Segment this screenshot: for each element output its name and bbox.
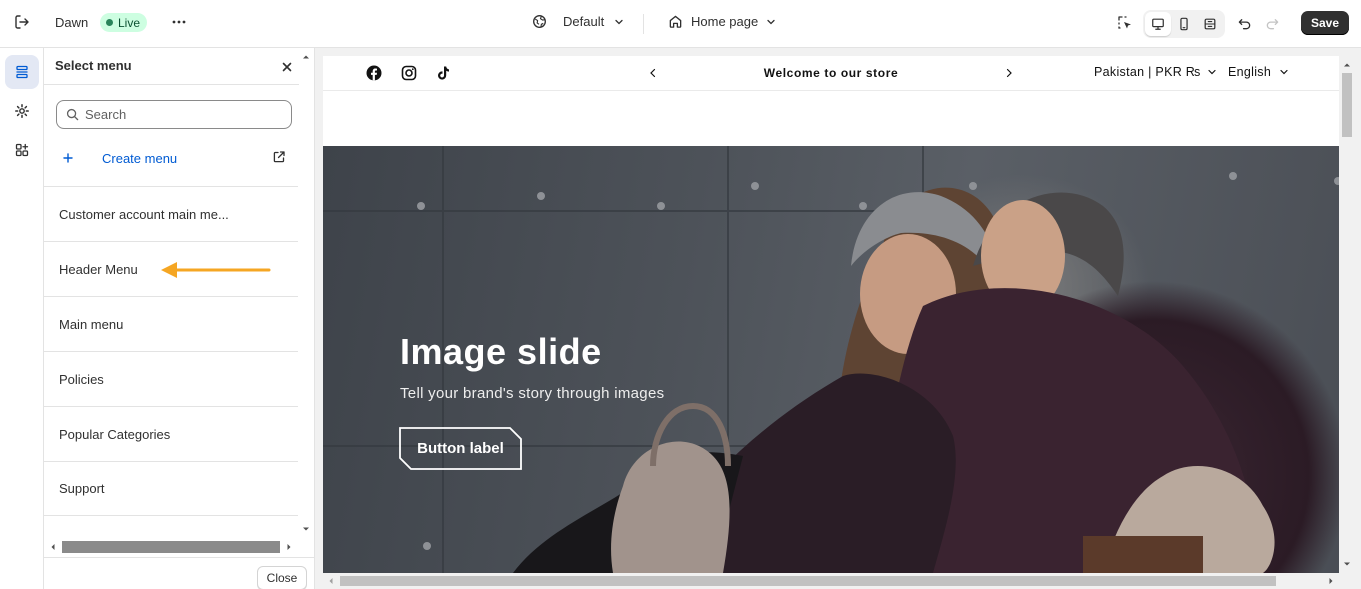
annotation-arrow-icon [161,262,271,278]
more-options-icon[interactable] [165,8,193,36]
menu-item-label: Policies [59,371,104,387]
facebook-icon[interactable] [366,65,382,81]
select-menu-panel: Select menu Create menu Customer account… [44,48,315,589]
menu-item-label: Main menu [59,316,124,332]
fullscreen-icon[interactable] [1197,12,1223,36]
page-selector[interactable]: Home page [668,14,776,29]
chevron-down-icon [1280,69,1288,75]
menu-item-label: Customer account main me... [59,206,229,222]
page-label: Home page [691,14,759,29]
home-icon [669,15,682,28]
menu-search-field[interactable] [56,100,292,129]
scrollbar-thumb[interactable] [340,576,1276,586]
menu-item-label: Popular Categories [59,426,171,442]
panel-vertical-scrollbar[interactable] [301,48,311,540]
hero-image-slide: Image slide Tell your brand's story thro… [323,146,1339,573]
preview-horizontal-scrollbar[interactable] [323,573,1339,589]
device-toggle-group [1143,10,1225,38]
live-status-label: Live [118,15,141,30]
create-menu-label: Create menu [102,150,178,166]
template-selector[interactable]: Default [532,14,624,29]
announcement-text: Welcome to our store [763,66,899,80]
close-button[interactable]: Close [257,566,307,589]
globe-icon [533,15,546,28]
chevron-down-icon [615,19,623,24]
language-label: English [1228,65,1272,79]
scroll-down-icon[interactable] [1342,559,1352,569]
chevron-left-icon[interactable] [647,67,659,79]
panel-header: Select menu [44,48,299,85]
live-status-badge: Live [100,13,148,32]
scroll-up-icon[interactable] [301,52,311,62]
exit-icon[interactable] [8,8,36,36]
menu-item-policies[interactable]: Policies [44,351,298,406]
undo-icon[interactable] [1230,9,1258,37]
scrollbar-thumb[interactable] [1342,73,1352,137]
announcement-bar: Welcome to our store Pakistan | PKR ₨ En… [323,56,1339,91]
left-rail [0,48,44,589]
panel-footer: Close [44,557,314,589]
hero-cta-button[interactable]: Button label [399,427,522,470]
chevron-down-icon [1208,69,1216,75]
menu-item-label: Support [59,481,105,496]
menu-item-label: Header Menu [59,261,138,277]
tiktok-icon[interactable] [435,65,451,81]
menu-list: Customer account main me... Header Menu … [44,186,298,516]
mobile-icon[interactable] [1171,12,1197,36]
country-label: Pakistan | PKR ₨ [1094,65,1201,79]
live-dot-icon [106,19,113,26]
apps-icon[interactable] [5,133,39,167]
divider [643,14,644,34]
top-bar: Dawn Live Default Home page Save [0,0,1361,48]
search-icon [66,108,79,121]
scroll-down-icon[interactable] [301,524,311,534]
create-menu-link[interactable]: Create menu [56,146,292,170]
search-input[interactable] [85,107,275,122]
external-link-icon[interactable] [272,150,286,167]
hero-content: Image slide Tell your brand's story thro… [400,331,664,402]
close-icon[interactable] [277,57,297,77]
settings-gear-icon[interactable] [5,94,39,128]
chevron-right-icon[interactable] [1003,67,1015,79]
menu-item-main-menu[interactable]: Main menu [44,296,298,351]
scroll-left-icon[interactable] [48,542,58,552]
preview-vertical-scrollbar[interactable] [1339,56,1355,573]
plus-icon [56,153,80,163]
scroll-right-icon[interactable] [284,542,294,552]
language-selector[interactable]: English [1228,65,1289,79]
desktop-icon[interactable] [1145,12,1171,36]
panel-horizontal-scrollbar[interactable] [46,539,296,555]
scroll-left-icon[interactable] [326,576,336,586]
menu-item-header-menu[interactable]: Header Menu [44,241,298,296]
scroll-right-icon[interactable] [1326,576,1336,586]
inspector-icon[interactable] [1111,9,1139,37]
panel-title: Select menu [55,58,132,73]
theme-name: Dawn [55,15,89,30]
template-label: Default [563,14,605,29]
sections-icon[interactable] [5,55,39,89]
scrollbar-thumb[interactable] [62,541,280,553]
menu-item-customer-account[interactable]: Customer account main me... [44,186,298,241]
menu-item-support[interactable]: Support [44,461,298,516]
chevron-down-icon [767,19,775,24]
scroll-up-icon[interactable] [1342,60,1352,70]
redo-icon[interactable] [1258,9,1286,37]
save-button[interactable]: Save [1301,11,1349,35]
hero-button-label: Button label [417,440,504,457]
menu-item-popular-categories[interactable]: Popular Categories [44,406,298,461]
store-preview: Welcome to our store Pakistan | PKR ₨ En… [323,56,1339,573]
country-selector[interactable]: Pakistan | PKR ₨ [1094,65,1217,79]
hero-subheading: Tell your brand's story through images [400,385,665,402]
hero-heading: Image slide [400,331,602,372]
instagram-icon[interactable] [401,65,417,81]
